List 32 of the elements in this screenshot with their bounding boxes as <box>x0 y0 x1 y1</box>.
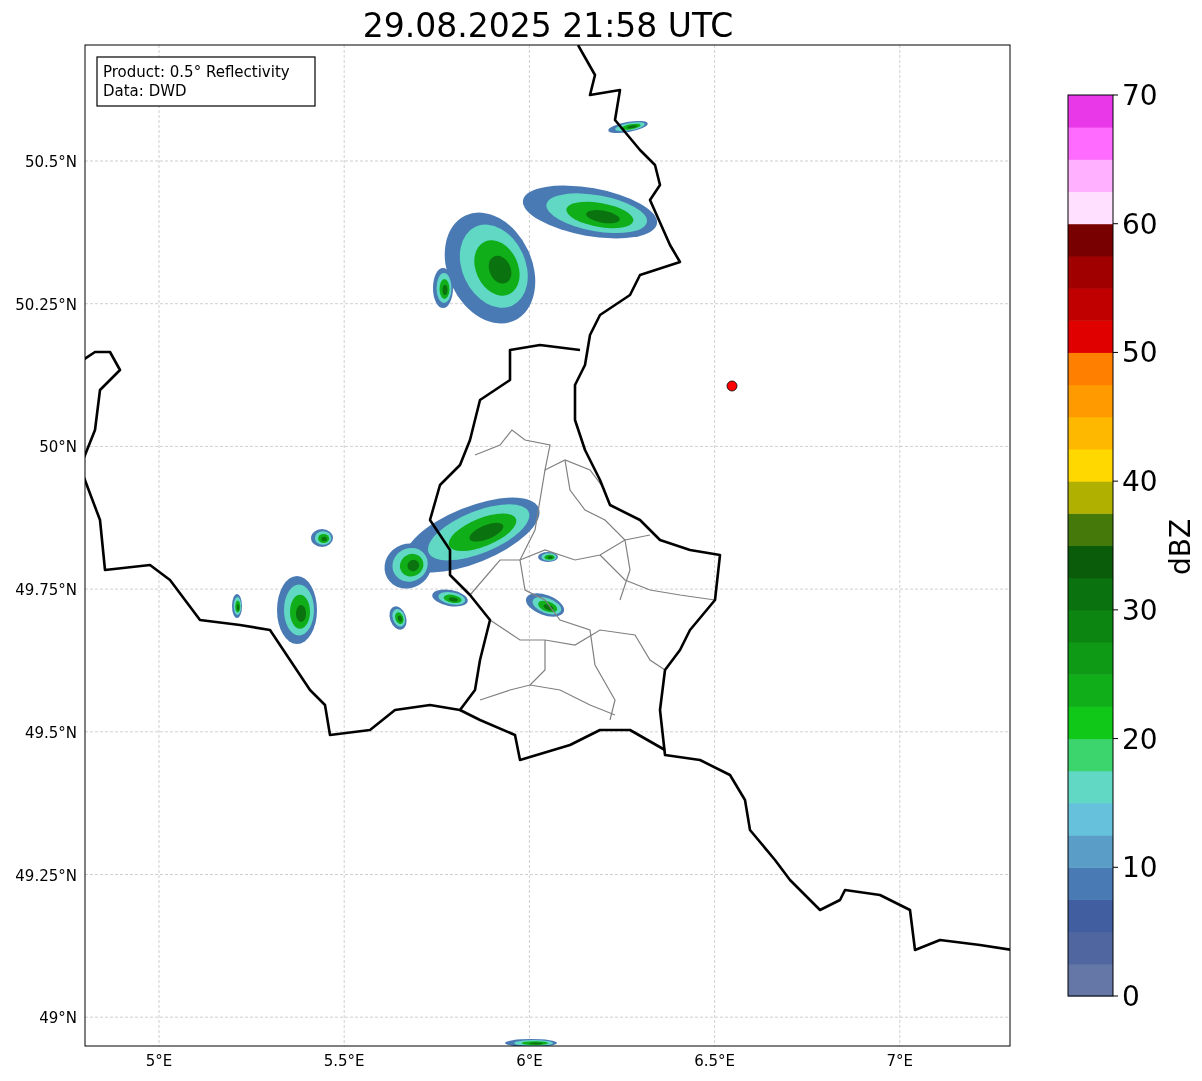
colorbar-tick-label: 10 <box>1122 851 1158 885</box>
latitude-label: 50°N <box>39 438 77 457</box>
radar-echo <box>311 529 333 547</box>
colorbar-tick-label: 0 <box>1122 980 1140 1013</box>
latitude-label: 50.5°N <box>24 153 77 171</box>
latitude-label: 49.75°N <box>15 581 77 600</box>
colorbar-tick-label: 30 <box>1122 593 1158 627</box>
radar-echo <box>525 593 565 617</box>
colorbar-tick-label: 50 <box>1122 336 1158 370</box>
info-text: Data: DWD <box>103 82 187 100</box>
colorbar-tick-label: 40 <box>1122 465 1158 499</box>
longitude-label: 6°E <box>516 1052 543 1070</box>
map-title: 29.08.2025 21:58 UTC <box>362 6 734 45</box>
longitude-label: 7°E <box>886 1052 914 1070</box>
radar-echo <box>232 594 242 618</box>
latitude-label: 49.25°N <box>15 866 77 885</box>
radar-site-marker <box>726 380 738 392</box>
radar-echo <box>608 121 648 133</box>
radar-echo <box>389 606 407 630</box>
longitude-label: 5.5°E <box>323 1052 365 1070</box>
latitude-label: 50.25°N <box>15 295 77 314</box>
radar-echo <box>505 1039 557 1046</box>
longitude-label: 5°E <box>145 1052 173 1070</box>
colorbar-tick-label: 70 <box>1122 79 1158 112</box>
longitude-label: 6.5°E <box>694 1052 735 1070</box>
colorbar-tick-label: 20 <box>1122 722 1158 756</box>
colorbar-tick-label: 60 <box>1122 207 1158 241</box>
colorbar-label: dBZ <box>1164 518 1197 576</box>
latitude-label: 49.5°N <box>24 723 77 742</box>
info-text: Product: 0.5° Reflectivity <box>103 63 290 81</box>
latitude-label: 49°N <box>39 1009 77 1028</box>
radar-echo <box>277 576 317 644</box>
